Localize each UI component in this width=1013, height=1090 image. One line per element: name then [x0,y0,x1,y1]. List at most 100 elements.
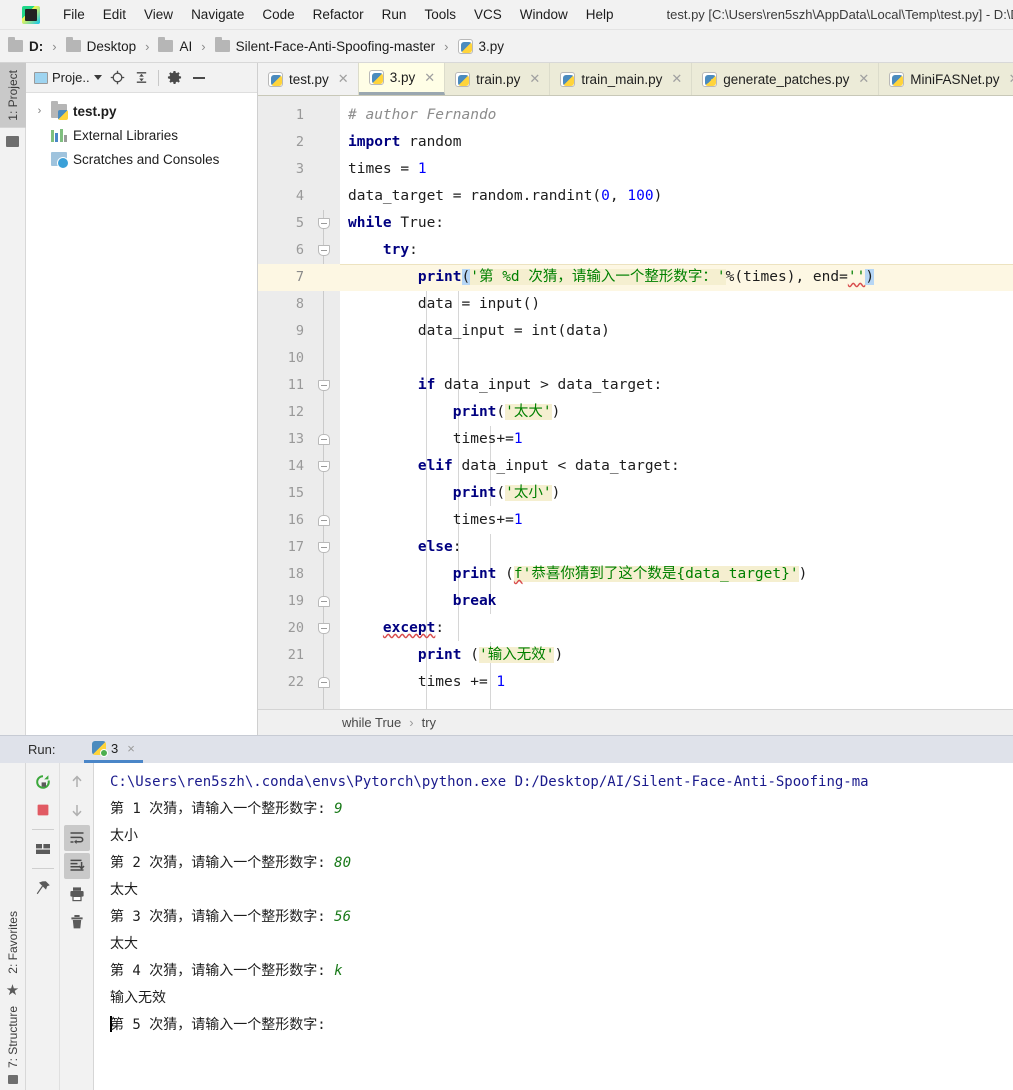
tab-generate-patches-py[interactable]: generate_patches.py ✕ [692,63,880,95]
fold-marker-if-end[interactable] [318,434,330,445]
breadcrumb-separator-icon: › [201,38,206,54]
project-tool-window: Proje.. › test.py External Libraries Scr… [26,63,258,735]
python-file-icon [702,71,718,87]
fold-marker-if[interactable] [318,380,330,391]
tree-item-test-py[interactable]: › test.py [26,99,257,123]
fold-marker-else-end[interactable] [318,596,330,607]
menu-item-run[interactable]: Run [373,4,416,25]
tree-item-external-libraries[interactable]: External Libraries [26,123,257,147]
fold-marker-except-end[interactable] [318,677,330,688]
breadcrumb-item-file[interactable]: 3.py [457,38,504,54]
menu-item-navigate[interactable]: Navigate [182,4,253,25]
sidebar-item-favorites[interactable]: 2: Favorites [6,904,20,981]
soft-wrap-icon[interactable] [63,825,90,851]
hide-icon[interactable] [191,70,207,86]
menu-item-tools[interactable]: Tools [415,4,465,25]
close-icon[interactable]: ✕ [338,71,349,87]
line-number-gutter: 1 2 3 4 5 6 7 8 9 10 11 12 13 14 15 16 1 [258,96,313,709]
code-comment: # author Fernando [348,107,497,123]
breadcrumb-item-project[interactable]: Silent-Face-Anti-Spoofing-master [214,37,435,54]
close-icon[interactable]: ✕ [424,70,435,86]
menu-item-view[interactable]: View [135,4,182,25]
pin-icon[interactable] [30,875,56,901]
tab-label: train.py [476,71,521,87]
tool-window-label: 2: Favorites [5,911,20,974]
code-text-area[interactable]: # author Fernando import random times = … [340,96,1013,709]
tree-item-scratches-and-consoles[interactable]: Scratches and Consoles [26,147,257,171]
tab-train-py[interactable]: train.py ✕ [445,63,551,95]
scroll-to-end-icon[interactable] [63,853,90,879]
sidebar-item-project[interactable]: 1: Project [0,63,26,128]
tab-train-main-py[interactable]: train_main.py ✕ [550,63,693,95]
rerun-icon[interactable] [30,769,56,795]
menu-item-file[interactable]: File [54,4,94,25]
layout-icon[interactable] [30,836,56,862]
main-body: 1: Project Proje.. › test.py External Li… [0,63,1013,735]
fold-marker-try[interactable] [318,245,330,256]
locate-icon[interactable] [110,70,126,86]
python-run-icon [92,741,108,757]
close-icon[interactable]: ✕ [858,71,869,87]
menu-item-vcs[interactable]: VCS [465,4,511,25]
breadcrumb-item-drive[interactable]: D: [8,37,44,54]
fold-marker-elif-end[interactable] [318,515,330,526]
console-prompt-text: 第 1 次猜，请输入一个整形数字: [110,801,335,817]
up-arrow-icon[interactable] [64,769,90,795]
print-icon[interactable] [64,881,90,907]
stop-icon[interactable] [30,797,56,823]
window-title: test.py [C:\Users\ren5szh\AppData\Local\… [666,7,1013,22]
star-icon: ★ [5,981,20,999]
breadcrumb: D: › Desktop › AI › Silent-Face-Anti-Spo… [0,30,1013,63]
sidebar-item-structure[interactable]: 7: Structure [6,999,20,1075]
collapse-all-icon[interactable] [134,70,150,86]
down-arrow-icon[interactable] [64,797,90,823]
tab-3-py[interactable]: 3.py ✕ [358,63,446,95]
code-line-1: # author Fernando [340,102,1013,129]
fold-marker-else[interactable] [318,542,330,553]
breadcrumb-label: D: [29,38,44,54]
line-number: 2 [295,134,304,150]
close-icon[interactable]: ✕ [671,71,682,87]
code-editor[interactable]: 1 2 3 4 5 6 7 8 9 10 11 12 13 14 15 16 1 [258,96,1013,709]
fold-marker-while[interactable] [318,218,330,229]
run-tab-label: 3 [111,740,119,756]
line-number: 21 [287,647,304,663]
console-line-prompt: 第 3 次猜，请输入一个整形数字: 56 [110,904,1013,931]
gear-icon[interactable] [167,70,183,86]
fold-marker-elif[interactable] [318,461,330,472]
console-line-output: 太小 [110,823,1013,850]
tab-minifasnet-py[interactable]: MiniFASNet.py ✕ [879,63,1013,95]
menu-item-refactor[interactable]: Refactor [304,4,373,25]
toolbar-divider [157,69,159,86]
console-output[interactable]: C:\Users\ren5szh\.conda\envs\Pytorch\pyt… [94,763,1013,1090]
console-user-input: 80 [334,855,352,871]
trash-icon[interactable] [64,909,90,935]
console-line-output: 输入无效 [110,985,1013,1012]
project-view-selector[interactable]: Proje.. [34,70,102,85]
breadcrumb-item-desktop[interactable]: Desktop [65,37,136,54]
python-file-icon [268,71,283,87]
close-icon[interactable]: × [127,741,135,756]
editor-breadcrumb-try[interactable]: try [422,715,436,730]
menu-item-edit[interactable]: Edit [94,4,135,25]
lower-tool-stripe: 2: Favorites ★ 7: Structure [0,763,26,1090]
menu-item-window[interactable]: Window [511,4,577,25]
editor-breadcrumb-while[interactable]: while True [342,715,401,730]
breadcrumb-item-ai[interactable]: AI [158,37,192,54]
line-number: 1 [295,107,304,123]
tab-test-py[interactable]: test.py ✕ [258,63,359,95]
console-prompt-text: 第 5 次猜，请输入一个整形数字: [110,1017,326,1033]
run-toolbar-secondary [60,763,94,1090]
run-tool-window: Run: 3 × 2: Favorites ★ 7: Structure C:\… [0,735,1013,1090]
run-label: Run: [28,742,56,757]
chevron-right-icon[interactable]: › [34,105,45,117]
line-number: 12 [287,404,304,420]
fold-marker-except[interactable] [318,623,330,634]
run-tab-3[interactable]: 3 × [84,736,143,763]
console-prompt-text: 第 3 次猜，请输入一个整形数字: [110,909,335,925]
close-icon[interactable]: ✕ [1009,71,1013,87]
code-folding-gutter[interactable] [313,96,340,709]
close-icon[interactable]: ✕ [529,71,540,87]
menu-item-code[interactable]: Code [253,4,303,25]
menu-item-help[interactable]: Help [577,4,623,25]
